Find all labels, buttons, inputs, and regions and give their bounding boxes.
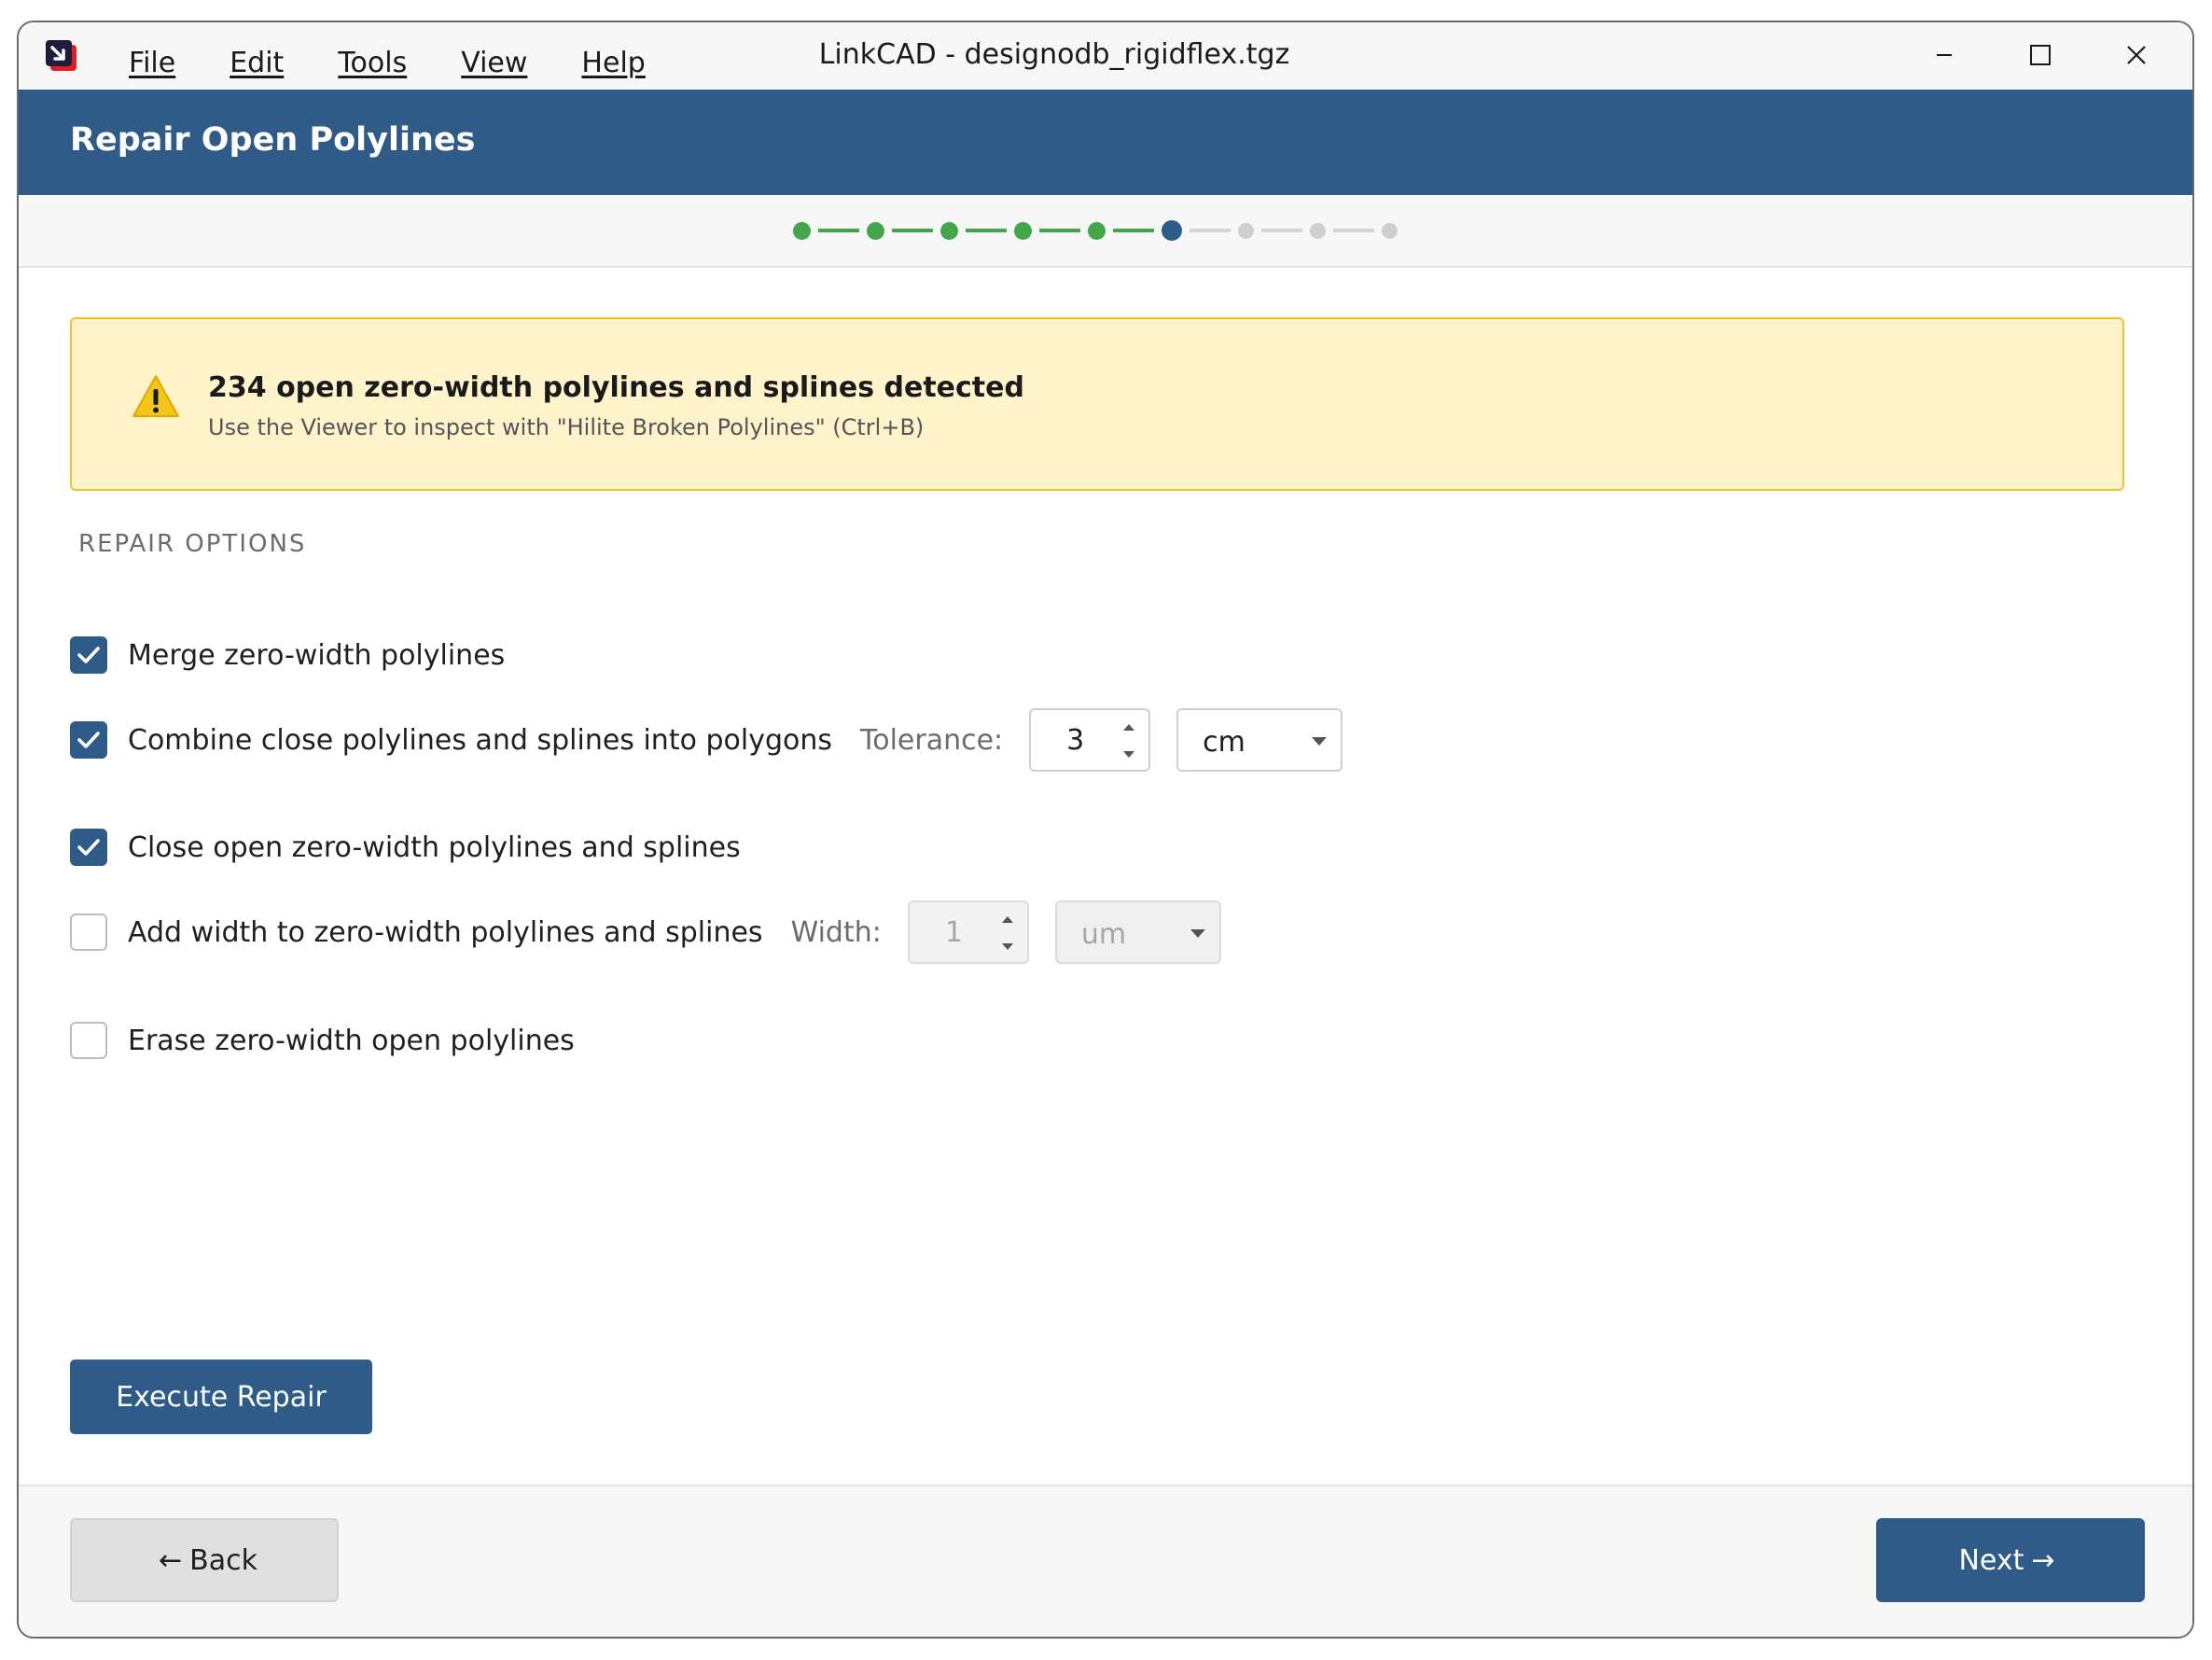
width-label: Width: xyxy=(790,915,882,949)
step-connector xyxy=(892,229,933,232)
step-connector xyxy=(818,229,859,232)
checkmark-icon xyxy=(77,839,100,856)
minimize-button[interactable] xyxy=(1916,30,1972,80)
back-button[interactable]: ← Back xyxy=(70,1518,339,1602)
tolerance-label: Tolerance: xyxy=(860,723,1004,757)
close-icon xyxy=(2127,46,2146,64)
arrow-left-icon: ← xyxy=(159,1543,183,1577)
close-checkbox[interactable] xyxy=(70,829,107,866)
add-width-checkbox[interactable] xyxy=(70,914,107,951)
maximize-button[interactable] xyxy=(2012,30,2068,80)
chevron-down-icon xyxy=(1189,929,1205,938)
step-connector xyxy=(1333,229,1374,232)
option-combine-row: Combine close polylines and splines into… xyxy=(70,708,1343,772)
merge-label: Merge zero-width polylines xyxy=(128,638,506,672)
back-label: Back xyxy=(189,1543,257,1577)
step-dot-7 xyxy=(1238,222,1254,239)
spin-arrows-icon[interactable] xyxy=(1119,718,1139,764)
step-connector xyxy=(1261,229,1302,232)
erase-checkbox[interactable] xyxy=(70,1022,107,1059)
tolerance-value: 3 xyxy=(1066,723,1085,757)
chevron-down-icon xyxy=(1312,737,1328,746)
progress-stepper-bar xyxy=(19,195,2192,268)
step-connector xyxy=(966,229,1007,232)
warning-triangle-icon xyxy=(132,375,179,417)
tolerance-unit-value: cm xyxy=(1203,726,1245,759)
progress-stepper xyxy=(793,214,1398,247)
step-connector xyxy=(1189,229,1231,232)
step-connector xyxy=(1039,229,1080,232)
footer-bar: ← Back Next → xyxy=(19,1485,2192,1637)
arrow-right-icon: → xyxy=(2031,1543,2055,1577)
step-dot-1 xyxy=(793,221,811,240)
merge-checkbox[interactable] xyxy=(70,636,107,674)
window-title: LinkCAD - designodb_rigidflex.tgz xyxy=(818,38,1290,71)
warning-banner: 234 open zero-width polylines and spline… xyxy=(70,317,2124,491)
title-bar: File Edit Tools View Help LinkCAD - desi… xyxy=(19,22,2192,91)
checkmark-icon xyxy=(77,647,100,663)
step-dot-3 xyxy=(940,221,958,240)
width-unit-value: um xyxy=(1080,918,1127,951)
step-dot-4 xyxy=(1014,221,1032,240)
next-button[interactable]: Next → xyxy=(1876,1518,2145,1602)
add-width-label: Add width to zero-width polylines and sp… xyxy=(128,915,763,949)
option-add-width-row: Add width to zero-width polylines and sp… xyxy=(70,900,1221,964)
execute-repair-button[interactable]: Execute Repair xyxy=(70,1360,372,1434)
tolerance-unit-select[interactable]: cm xyxy=(1176,708,1343,772)
app-window: File Edit Tools View Help LinkCAD - desi… xyxy=(17,21,2194,1639)
erase-label: Erase zero-width open polylines xyxy=(128,1024,575,1057)
option-erase-row: Erase zero-width open polylines xyxy=(70,1019,575,1062)
step-dot-9 xyxy=(1382,222,1398,239)
maximize-icon xyxy=(2030,45,2051,65)
spin-arrows-icon[interactable] xyxy=(997,910,1018,956)
close-button[interactable] xyxy=(2108,30,2164,80)
option-close-row: Close open zero-width polylines and spli… xyxy=(70,826,741,869)
close-label: Close open zero-width polylines and spli… xyxy=(128,830,741,864)
page-header: Repair Open Polylines xyxy=(19,90,2192,195)
repair-options-heading: REPAIR OPTIONS xyxy=(78,530,307,558)
step-dot-5 xyxy=(1088,221,1106,240)
combine-checkbox[interactable] xyxy=(70,721,107,759)
warning-subtitle: Use the Viewer to inspect with "Hilite B… xyxy=(208,414,925,440)
width-stepper[interactable]: 1 xyxy=(907,900,1029,964)
page-title: Repair Open Polylines xyxy=(70,121,476,159)
width-unit-select[interactable]: um xyxy=(1054,900,1221,964)
step-connector xyxy=(1113,229,1154,232)
checkmark-icon xyxy=(77,732,100,748)
width-value: 1 xyxy=(944,915,963,949)
option-merge-row: Merge zero-width polylines xyxy=(70,634,505,677)
step-dot-6 xyxy=(1162,220,1182,241)
step-dot-8 xyxy=(1310,222,1326,239)
minimize-icon xyxy=(1937,54,1952,56)
tolerance-stepper[interactable]: 3 xyxy=(1029,708,1151,772)
combine-label: Combine close polylines and splines into… xyxy=(128,723,832,757)
next-label: Next xyxy=(1958,1543,2024,1577)
warning-title: 234 open zero-width polylines and spline… xyxy=(208,371,1024,404)
step-dot-2 xyxy=(867,221,884,240)
